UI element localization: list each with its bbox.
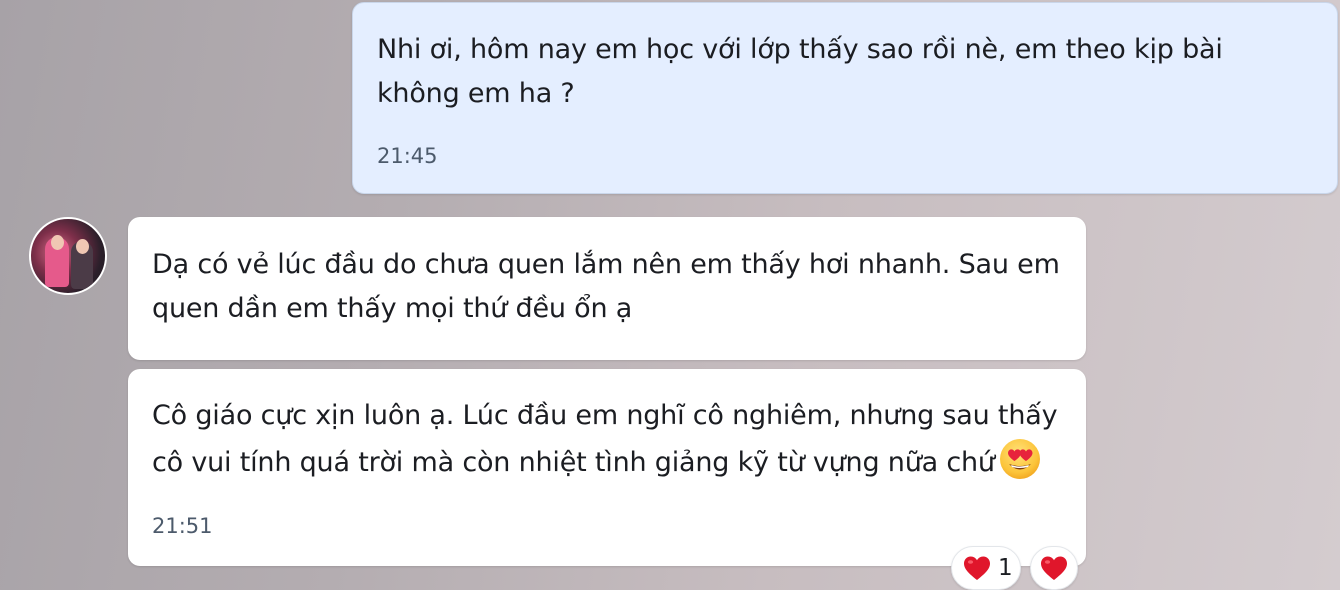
avatar-face [76,239,89,254]
message-text: Dạ có vẻ lúc đầu do chưa quen lắm nên em… [152,249,1060,324]
heart-icon [1041,556,1067,580]
heart-icon [964,556,990,580]
message-text-wrapper: Cô giáo cực xịn luôn ạ. Lúc đầu em nghĩ … [152,394,1062,485]
incoming-message[interactable]: Cô giáo cực xịn luôn ạ. Lúc đầu em nghĩ … [128,369,1086,566]
heart-reaction-badge[interactable]: 1 [951,546,1021,590]
reaction-count: 1 [998,555,1013,581]
message-text: Nhi ơi, hôm nay em học với lớp thấy sao … [377,34,1223,109]
avatar-face [51,235,64,250]
add-heart-reaction-button[interactable] [1030,546,1078,590]
message-text: Cô giáo cực xịn luôn ạ. Lúc đầu em nghĩ … [152,400,1058,478]
chat-conversation: Nhi ơi, hôm nay em học với lớp thấy sao … [0,0,1340,590]
heart-eyes-emoji-icon [999,439,1040,479]
incoming-message[interactable]: Dạ có vẻ lúc đầu do chưa quen lắm nên em… [128,217,1086,360]
avatar[interactable] [29,217,107,295]
message-timestamp: 21:51 [152,514,213,538]
outgoing-message[interactable]: Nhi ơi, hôm nay em học với lớp thấy sao … [352,2,1338,194]
message-timestamp: 21:45 [377,144,438,168]
